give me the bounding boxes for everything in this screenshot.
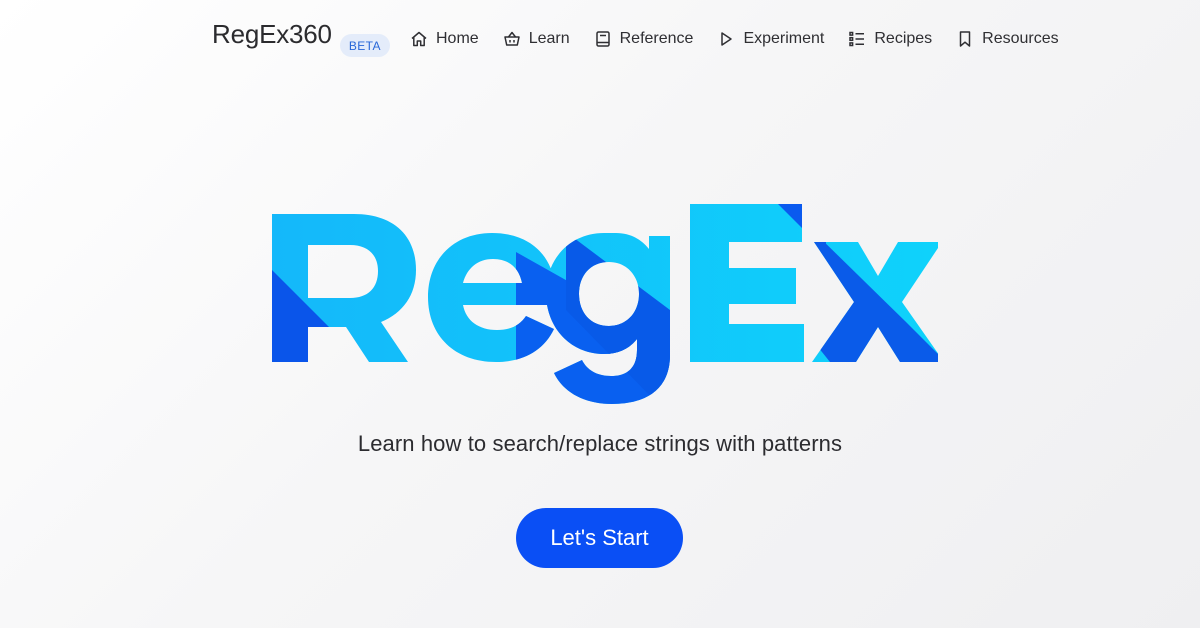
brand-name[interactable]: RegEx360 (212, 18, 332, 50)
nav-item-resources[interactable]: Resources (956, 30, 1059, 48)
hero-tagline: Learn how to search/replace strings with… (357, 431, 843, 456)
basket-icon (503, 30, 521, 48)
nav-item-reference[interactable]: Reference (594, 30, 694, 48)
nav-item-experiment[interactable]: Experiment (717, 30, 824, 48)
nav-item-label: Experiment (743, 30, 825, 47)
nav-item-learn[interactable]: Learn (503, 30, 570, 48)
nav-item-label: Home (436, 30, 479, 47)
nav-item-label: Resources (982, 30, 1059, 47)
hero-logo (266, 192, 938, 407)
nav-item-recipes[interactable]: Recipes (848, 30, 932, 48)
nav-item-label: Learn (528, 30, 570, 47)
nav-item-label: Recipes (874, 30, 933, 47)
bookmark-icon (956, 30, 974, 48)
main-nav: Home Learn Reference Experiment Recipes … (410, 27, 1059, 51)
play-icon (717, 30, 735, 48)
nav-item-label: Reference (619, 30, 694, 47)
beta-badge: BETA (339, 34, 390, 57)
home-icon (410, 30, 428, 48)
brand[interactable]: RegEx360 BETA (212, 18, 390, 58)
list-icon (848, 30, 866, 48)
nav-item-home[interactable]: Home (410, 30, 479, 48)
book-icon (594, 30, 612, 48)
lets-start-button[interactable]: Let's Start (516, 508, 683, 568)
